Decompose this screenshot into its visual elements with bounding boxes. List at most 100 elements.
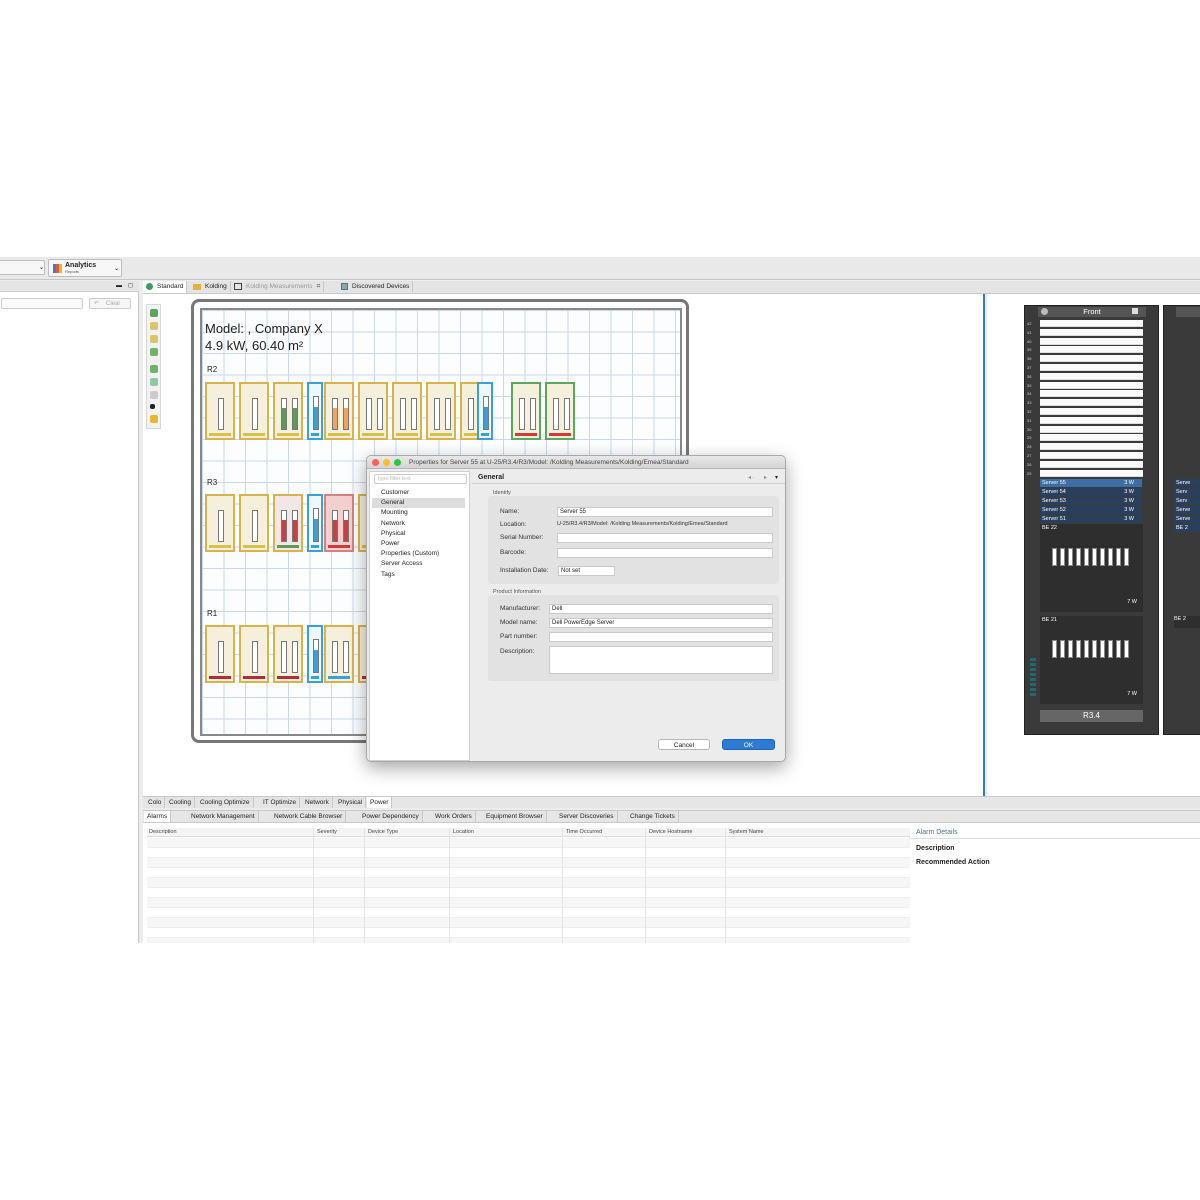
rack-tile[interactable] (239, 494, 269, 552)
nav-item-server-access[interactable]: Server Access (372, 559, 465, 569)
rack-tile[interactable] (205, 625, 235, 683)
rack-slot[interactable] (1040, 381, 1143, 389)
rack-slot[interactable] (1040, 320, 1143, 327)
server-unit[interactable]: Serv (1174, 497, 1200, 505)
nav-item-physical[interactable]: Physical (372, 529, 465, 539)
rack-r3-4[interactable]: Front 42 41 40 39 38 37 36 35 34 33 32 31 30 29 28 27 26… (1024, 305, 1159, 735)
rack-icon[interactable] (150, 415, 158, 423)
rack-slot[interactable] (1040, 425, 1143, 433)
nav-item-tags[interactable]: Tags (372, 570, 465, 580)
blade-enclosure[interactable]: BE 22 7 W (1040, 524, 1143, 612)
rack-tile[interactable] (545, 382, 575, 440)
blade-slot[interactable] (1052, 548, 1057, 566)
column-header[interactable]: Device Hostname (649, 828, 692, 836)
name-field[interactable]: Server 55 (557, 507, 773, 517)
rack-tile[interactable] (273, 625, 303, 683)
point-icon[interactable] (150, 404, 155, 409)
analytics-switcher[interactable]: Analytics Reports ⌄ (48, 259, 122, 277)
pin-icon[interactable] (1132, 308, 1138, 314)
rack-tile[interactable] (324, 494, 354, 552)
rack-slot[interactable] (1040, 416, 1143, 424)
server-unit[interactable]: Server 52 3 W (1040, 506, 1142, 514)
rack-slot[interactable] (1040, 372, 1143, 380)
rack-slot[interactable] (1040, 443, 1143, 451)
nav-item-properties-custom[interactable]: Properties (Custom) (372, 549, 465, 559)
column-header[interactable]: Location (453, 828, 474, 836)
table-row[interactable] (147, 848, 910, 858)
server-unit[interactable]: Serve (1174, 515, 1200, 523)
blade-enclosure[interactable]: BE 21 7 W (1040, 616, 1143, 704)
rack-slot[interactable] (1040, 364, 1143, 371)
blade-slot[interactable] (1108, 640, 1113, 658)
rack-slot[interactable] (1040, 337, 1143, 345)
table-row[interactable] (147, 868, 910, 878)
blade-slot[interactable] (1060, 548, 1065, 566)
mode-tab-colo[interactable]: Colo (145, 797, 166, 808)
table-row[interactable] (147, 898, 910, 908)
layout-icon[interactable] (150, 365, 158, 373)
rack-tile[interactable] (426, 382, 456, 440)
server-unit[interactable]: Serve (1174, 479, 1200, 487)
rack-tile[interactable] (205, 494, 235, 552)
nav-item-mounting[interactable]: Mounting (372, 508, 465, 518)
rack-tile[interactable] (239, 625, 269, 683)
blade-slot[interactable] (1060, 640, 1065, 658)
manufacturer-field[interactable]: Dell (549, 604, 773, 614)
panel-tab-equipment-browser[interactable]: Equipment Browser (483, 811, 547, 822)
rack-slot[interactable] (1040, 399, 1143, 407)
barcode-field[interactable] (557, 548, 773, 558)
rack-tile[interactable] (477, 382, 493, 440)
copy-icon[interactable] (150, 391, 158, 399)
clear-button[interactable]: ↶ Clear (89, 298, 131, 309)
tab-kolding[interactable]: Kolding (190, 281, 231, 292)
rack-slot[interactable] (1040, 408, 1143, 415)
filter-input[interactable]: type filter text (374, 474, 467, 484)
column-header[interactable]: Severity (317, 828, 337, 836)
mode-tab-network[interactable]: Network (302, 797, 333, 808)
rack-tile[interactable] (324, 625, 354, 683)
select-tool-icon[interactable] (150, 309, 158, 317)
column-header[interactable]: Description (149, 828, 177, 836)
panel-tab-change-tickets[interactable]: Change Tickets (627, 811, 679, 822)
panel-tab-server-discoveries[interactable]: Server Discoveries (556, 811, 618, 822)
nav-item-customer[interactable]: Customer (372, 488, 465, 498)
adjacent-rack[interactable]: Serve Serv Serv Serve Serve BE 2 BE 2 (1163, 305, 1200, 735)
rack-slot[interactable] (1040, 452, 1143, 459)
blade-slot[interactable] (1076, 640, 1081, 658)
rack-tile[interactable] (358, 382, 388, 440)
server-unit[interactable]: Serve (1174, 506, 1200, 514)
server-unit[interactable]: Server 53 3 W (1040, 497, 1142, 505)
panel-tab-network-management[interactable]: Network Management (188, 811, 259, 822)
table-row[interactable] (147, 858, 910, 868)
server-unit[interactable]: Server 54 3 W (1040, 488, 1142, 496)
column-header[interactable]: System Name (729, 828, 764, 836)
rack-tile[interactable] (307, 382, 323, 440)
rack-slot[interactable] (1040, 469, 1143, 477)
blade-slot[interactable] (1076, 548, 1081, 566)
blade-slot[interactable] (1084, 640, 1089, 658)
blade-slot[interactable] (1124, 640, 1129, 658)
close-window-icon[interactable] (372, 459, 379, 466)
mode-tab-power[interactable]: Power (367, 797, 393, 808)
server-unit[interactable]: Server 55 3 W (1040, 479, 1142, 487)
rack-slot[interactable] (1040, 328, 1143, 336)
mode-tab-physical[interactable]: Physical (335, 797, 367, 808)
rack-tile[interactable] (511, 382, 541, 440)
table-row[interactable] (147, 918, 910, 928)
table-row[interactable] (147, 908, 910, 918)
rack-tile[interactable] (392, 382, 422, 440)
rack-tile[interactable] (205, 382, 235, 440)
column-header[interactable]: Time Occurred (566, 828, 602, 836)
blade-slot[interactable] (1092, 548, 1097, 566)
combo-arrow-icon[interactable]: ⌄ (39, 264, 44, 272)
blade-slot[interactable] (1100, 640, 1105, 658)
minimize-icon[interactable]: ▬ (116, 282, 122, 290)
server-unit[interactable]: Server 51 3 W (1040, 515, 1142, 523)
panel-tab-power-dependency[interactable]: Power Dependency (359, 811, 423, 822)
server-unit[interactable]: Serv (1174, 488, 1200, 496)
back-icon[interactable]: ◂ · (748, 474, 755, 482)
close-icon[interactable]: ⌗ (316, 283, 320, 290)
blade-slot[interactable] (1116, 640, 1121, 658)
rack-tile[interactable] (307, 494, 323, 552)
rack-slot[interactable] (1040, 355, 1143, 363)
